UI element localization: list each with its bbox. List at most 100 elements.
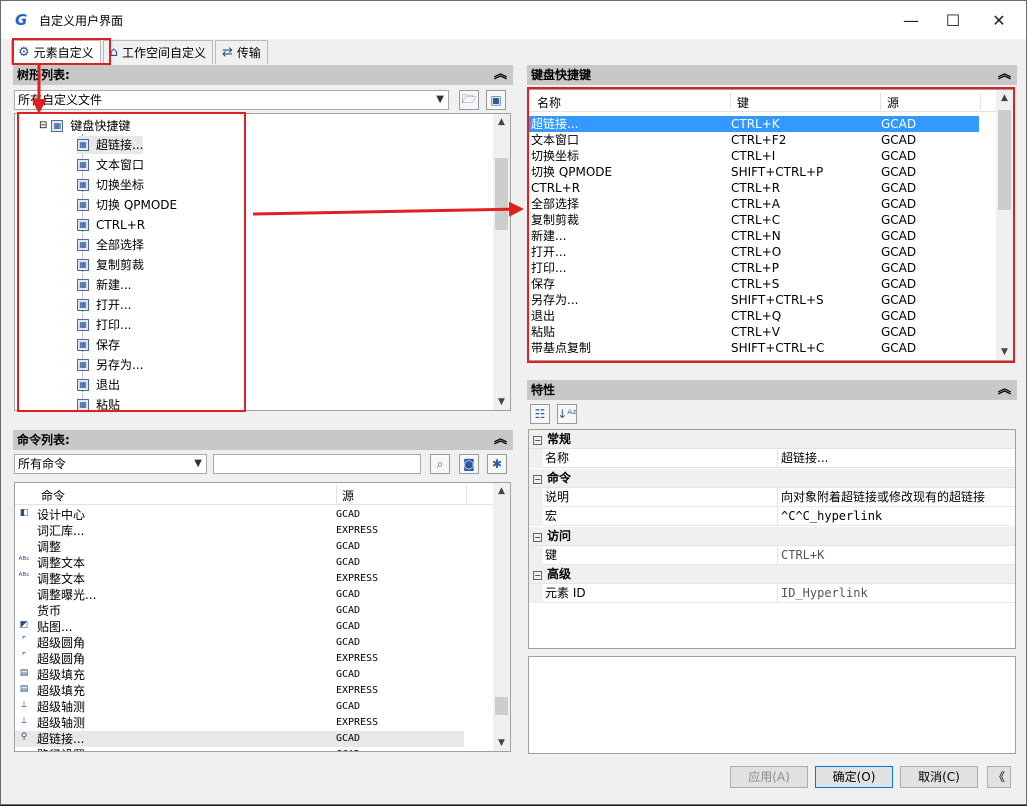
property-category[interactable]: − 常规 — [529, 430, 1015, 449]
collapse-minus-icon[interactable]: − — [533, 436, 542, 445]
tree-item[interactable]: ▦ 全部选择 — [77, 236, 144, 254]
property-category[interactable]: − 高级 — [529, 565, 1015, 584]
shortcut-row[interactable]: 粘贴 CTRL+V GCAD — [529, 324, 979, 340]
property-category[interactable]: − 访问 — [529, 526, 1015, 546]
search-button[interactable]: ⌕ — [430, 454, 450, 474]
scroll-up-icon[interactable]: ▲ — [996, 90, 1013, 106]
command-row[interactable]: 货币 GCAD — [15, 603, 464, 619]
tree-item[interactable]: ▦ 粘贴 — [77, 396, 120, 410]
tree-item[interactable]: ▦ 新建... — [77, 276, 131, 294]
shortcut-row[interactable]: 超链接... CTRL+K GCAD — [529, 116, 979, 132]
tree-item[interactable]: ▦ 切换坐标 — [77, 176, 144, 194]
column-header-command[interactable]: 命令 — [41, 487, 65, 504]
tab-transfer[interactable]: ⇄ 传输 — [214, 40, 268, 64]
scroll-thumb[interactable] — [998, 110, 1011, 210]
close-button[interactable]: ✕ — [976, 1, 1022, 39]
command-scrollbar[interactable]: ▲ ▼ — [493, 483, 510, 751]
shortcut-row[interactable]: 带基点复制 SHIFT+CTRL+C GCAD — [529, 340, 979, 356]
tree-item[interactable]: ▦ 退出 — [77, 376, 120, 394]
shortcut-row[interactable]: 文本窗口 CTRL+F2 GCAD — [529, 132, 979, 148]
command-filter-select[interactable]: 所有命令 ▼ — [14, 454, 207, 474]
collapse-minus-icon[interactable]: − — [533, 571, 542, 580]
column-header-name[interactable]: 名称 — [537, 94, 561, 111]
command-row[interactable]: ▤ 超级填充 GCAD — [15, 667, 464, 683]
collapse-up-icon[interactable]: ︽ — [998, 380, 1011, 400]
shortcut-row[interactable]: 切换坐标 CTRL+I GCAD — [529, 148, 979, 164]
scroll-down-icon[interactable]: ▼ — [996, 344, 1013, 360]
collapse-up-icon[interactable]: ︽ — [998, 65, 1011, 85]
command-row[interactable]: ▤ 超级填充 EXPRESS — [15, 683, 464, 699]
command-row[interactable]: ᴬᴮᶜ 调整文本 EXPRESS — [15, 571, 464, 587]
property-row[interactable]: 名称 超链接... — [529, 449, 1015, 468]
tree-item[interactable]: ▦ 保存 — [77, 336, 120, 354]
command-row[interactable]: 调整曝光... GCAD — [15, 587, 464, 603]
scroll-thumb[interactable] — [495, 158, 508, 230]
command-row[interactable]: ⊥ 超级轴测 EXPRESS — [15, 715, 464, 731]
property-row[interactable]: 说明 向对象附着超链接或修改现有的超链接 — [529, 487, 1015, 507]
ok-button[interactable]: 确定(O) — [815, 766, 893, 788]
scroll-thumb[interactable] — [495, 697, 508, 715]
shortcut-row[interactable]: 打开... CTRL+O GCAD — [529, 244, 979, 260]
categorized-view-button[interactable]: ☷ — [530, 404, 550, 424]
sort-az-button[interactable]: ↓ᴬᶻ — [557, 404, 577, 424]
property-grid[interactable]: − 常规 名称 超链接... − 命令 说明 向对象附着超链接或修改现有的超链接宏 ^C^C_h… — [528, 429, 1016, 649]
maximize-button[interactable]: ☐ — [930, 1, 976, 39]
shortcut-scrollbar[interactable]: ▲ ▼ — [996, 90, 1013, 360]
column-header-source[interactable]: 源 — [887, 94, 899, 111]
command-row[interactable]: ⚲ 超链接... GCAD — [15, 731, 464, 747]
property-row[interactable]: 宏 ^C^C_hyperlink — [529, 507, 1015, 526]
scroll-up-icon[interactable]: ▲ — [493, 114, 510, 130]
apply-button[interactable]: 应用(A) — [730, 766, 808, 788]
tree-expander-minus-icon[interactable]: ⊟ — [39, 118, 47, 134]
command-row[interactable]: ◩ 贴图... GCAD — [15, 619, 464, 635]
tree-item[interactable]: ▦ 文本窗口 — [77, 156, 144, 174]
open-file-button[interactable]: 🗁 — [459, 90, 479, 110]
command-row[interactable]: ⌜ 超级圆角 EXPRESS — [15, 651, 464, 667]
command-list-table[interactable]: 命令 源 ◧ 设计中心 GCAD 词汇库... EXPRESS 调整 GCAD ᴬᴮᶜ 调整文本… — [14, 482, 511, 752]
tab-workspace-customize[interactable]: ⌂ 工作空间自定义 — [102, 40, 213, 64]
column-header-key[interactable]: 键 — [737, 94, 749, 111]
command-row[interactable]: ▬ 路径设置 GCAD — [15, 747, 464, 751]
command-row[interactable]: ⌜ 超级圆角 GCAD — [15, 635, 464, 651]
column-divider[interactable] — [466, 485, 467, 503]
command-row[interactable]: ᴬᴮᶜ 调整文本 GCAD — [15, 555, 464, 571]
command-row[interactable]: ⊥ 超级轴测 GCAD — [15, 699, 464, 715]
property-category[interactable]: − 命令 — [529, 468, 1015, 488]
cancel-button[interactable]: 取消(C) — [900, 766, 978, 788]
collapse-minus-icon[interactable]: − — [533, 474, 542, 484]
column-header-source[interactable]: 源 — [342, 487, 354, 504]
tree-item[interactable]: ▦ 另存为... — [77, 356, 143, 374]
property-value[interactable]: 向对象附着超链接或修改现有的超链接 — [777, 487, 985, 507]
command-row[interactable]: 调整 GCAD — [15, 539, 464, 555]
shortcut-row[interactable]: 切换 QPMODE SHIFT+CTRL+P GCAD — [529, 164, 979, 180]
command-row[interactable]: 词汇库... EXPRESS — [15, 523, 464, 539]
tree-scrollbar[interactable]: ▲ ▼ — [493, 114, 510, 410]
shortcut-row[interactable]: 复制剪裁 CTRL+C GCAD — [529, 212, 979, 228]
find-command-button[interactable]: ◙ — [459, 454, 479, 474]
shortcut-row[interactable]: 全部选择 CTRL+A GCAD — [529, 196, 979, 212]
minimize-button[interactable]: — — [888, 1, 934, 39]
column-divider[interactable] — [980, 92, 981, 110]
save-file-button[interactable]: ▣ — [486, 90, 506, 110]
column-divider[interactable] — [336, 485, 337, 503]
tree-item[interactable]: ▦ 打开... — [77, 296, 131, 314]
property-value[interactable]: CTRL+K — [777, 545, 824, 565]
shortcut-table[interactable]: 名称 键 源 超链接... CTRL+K GCAD 文本窗口 CTRL+F2 GCAD 切换… — [528, 89, 1014, 361]
new-command-button[interactable]: ✱ — [487, 454, 507, 474]
command-search-input[interactable] — [213, 454, 421, 474]
property-value[interactable]: ID_Hyperlink — [777, 584, 868, 603]
collapse-dialog-button[interactable]: 《 — [987, 766, 1011, 788]
tree-item[interactable]: ▦ 切换 QPMODE — [77, 196, 177, 214]
tree-item[interactable]: ▦ 超链接... — [77, 136, 144, 154]
property-row[interactable]: 元素 ID ID_Hyperlink — [529, 584, 1015, 603]
tree-view[interactable]: ⊟ ▦ 键盘快捷键 ▦ 超链接... ▦ 文本窗口 ▦ 切换坐标 ▦ 切换 QPMODE ▦ CT… — [14, 113, 511, 411]
tab-element-customize[interactable]: ⚙ 元素自定义 — [11, 40, 101, 64]
property-value[interactable]: 超链接... — [777, 449, 828, 468]
shortcut-row[interactable]: CTRL+R CTRL+R GCAD — [529, 180, 979, 196]
collapse-up-icon[interactable]: ︽ — [494, 430, 507, 450]
scroll-down-icon[interactable]: ▼ — [493, 735, 510, 751]
shortcut-row[interactable]: 保存 CTRL+S GCAD — [529, 276, 979, 292]
collapse-up-icon[interactable]: ︽ — [494, 65, 507, 85]
shortcut-row[interactable]: 新建... CTRL+N GCAD — [529, 228, 979, 244]
shortcut-row[interactable]: 打印... CTRL+P GCAD — [529, 260, 979, 276]
